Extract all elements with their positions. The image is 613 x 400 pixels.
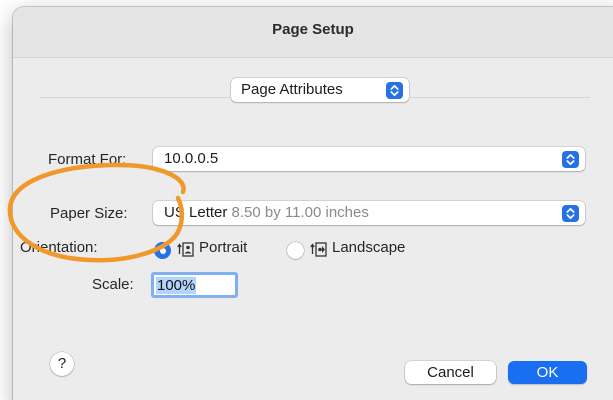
- scale-value: 100%: [156, 277, 197, 294]
- separator-right: [410, 97, 590, 98]
- landscape-radio[interactable]: [287, 242, 304, 259]
- cancel-button[interactable]: Cancel: [405, 361, 496, 384]
- screen: Page Setup Page Attributes Format For: 1…: [0, 0, 613, 400]
- landscape-orientation-icon: [310, 242, 327, 257]
- help-button[interactable]: ?: [50, 352, 74, 376]
- format-for-value: 10.0.0.5: [164, 150, 219, 167]
- ok-button[interactable]: OK: [508, 361, 587, 384]
- paper-size-dimensions: 8.50 by 11.00 inches: [231, 204, 369, 221]
- paper-size-value: US Letter: [164, 204, 228, 221]
- page-setup-dialog: Page Setup Page Attributes Format For: 1…: [13, 7, 613, 400]
- title-bar: Page Setup: [13, 7, 613, 58]
- settings-popup-label: Page Attributes: [241, 81, 343, 98]
- settings-popup[interactable]: Page Attributes: [231, 78, 409, 102]
- separator-left: [40, 97, 230, 98]
- chevron-updown-icon: [562, 204, 579, 222]
- scale-label: Scale:: [92, 276, 134, 293]
- landscape-label[interactable]: Landscape: [332, 239, 405, 256]
- format-for-popup[interactable]: 10.0.0.5: [153, 147, 585, 171]
- paper-size-label: Paper Size:: [50, 205, 128, 222]
- format-for-label: Format For:: [48, 151, 127, 168]
- chevron-updown-icon: [386, 81, 403, 99]
- chevron-updown-icon: [562, 150, 579, 168]
- paper-size-popup[interactable]: US Letter 8.50 by 11.00 inches: [153, 201, 585, 225]
- dialog-title: Page Setup: [272, 21, 354, 38]
- scale-input[interactable]: 100%: [151, 272, 238, 298]
- orientation-label: Orientation:: [20, 239, 98, 256]
- portrait-orientation-icon: [177, 242, 194, 257]
- portrait-label[interactable]: Portrait: [199, 239, 247, 256]
- portrait-radio[interactable]: [154, 242, 171, 259]
